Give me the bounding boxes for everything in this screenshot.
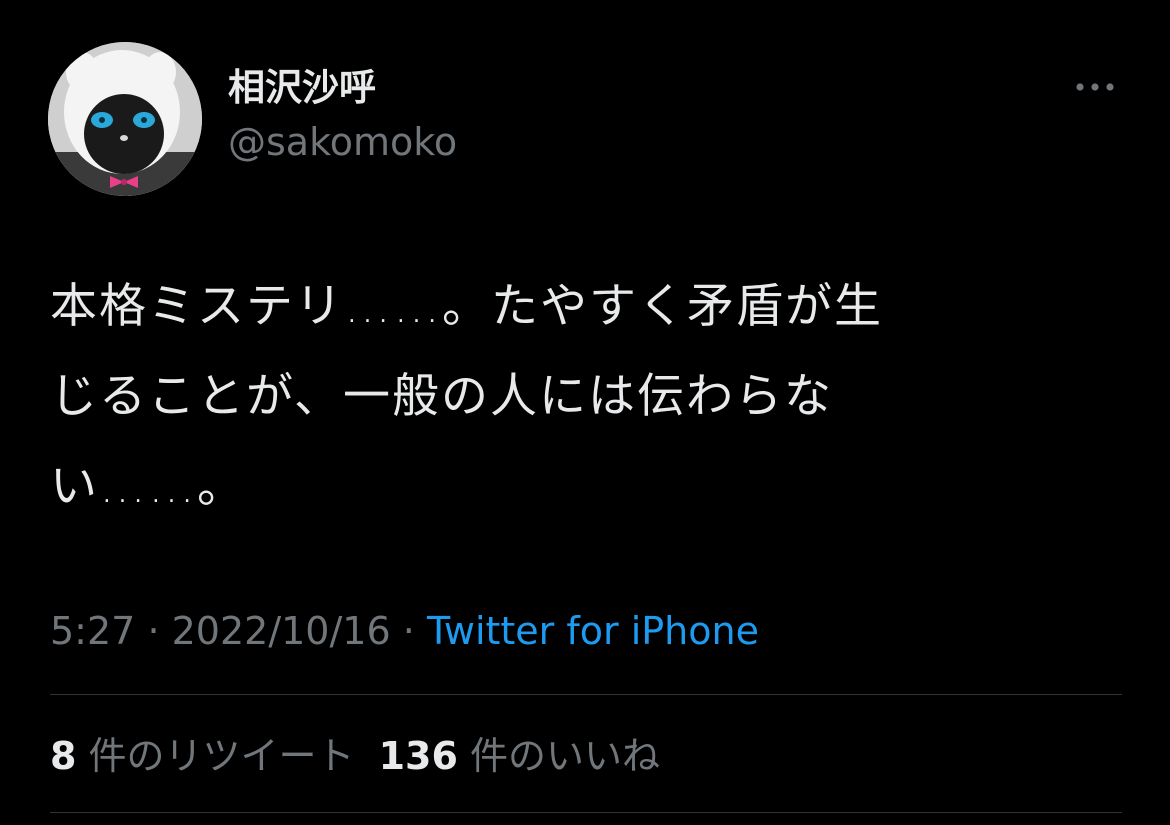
retweets-count: 8	[50, 734, 77, 778]
meta-separator: ·	[402, 609, 415, 653]
avatar[interactable]	[48, 42, 202, 196]
meta-separator: ·	[147, 609, 160, 653]
user-handle[interactable]: @sakomoko	[228, 118, 457, 166]
divider	[50, 812, 1122, 813]
retweets-stat[interactable]: 8 件のリツイート	[50, 734, 355, 778]
likes-count: 136	[378, 734, 458, 778]
likes-label: 件のいいね	[469, 734, 660, 778]
tweet-text-line: じることが、一般の人には伝わらな	[50, 369, 834, 424]
display-name[interactable]: 相沢沙呼	[228, 66, 376, 110]
tweet-stats: 8 件のリツイート 136 件のいいね	[50, 728, 660, 784]
tweet-text: 本格ミステリ……。たやすく矛盾が生 じることが、一般の人には伝わらな い……。	[50, 262, 1100, 532]
more-options-button[interactable]	[1072, 74, 1118, 100]
avatar-cat-plush-icon	[48, 42, 202, 196]
likes-stat[interactable]: 136 件のいいね	[379, 734, 660, 778]
divider	[50, 694, 1122, 695]
tweet-meta: 5:27 · 2022/10/16 · Twitter for iPhone	[50, 606, 759, 656]
tweet-text-line: 本格ミステリ……。たやすく矛盾が生	[50, 279, 883, 334]
tweet-detail: 相沢沙呼 @sakomoko 本格ミステリ……。たやすく矛盾が生 じることが、一…	[0, 0, 1170, 825]
tweet-time[interactable]: 5:27	[50, 609, 135, 653]
retweets-label: 件のリツイート	[88, 734, 355, 778]
more-horizontal-icon	[1076, 83, 1114, 91]
tweet-source-link[interactable]: Twitter for iPhone	[427, 609, 759, 653]
tweet-text-line: い……。	[50, 459, 246, 514]
tweet-date[interactable]: 2022/10/16	[172, 609, 391, 653]
